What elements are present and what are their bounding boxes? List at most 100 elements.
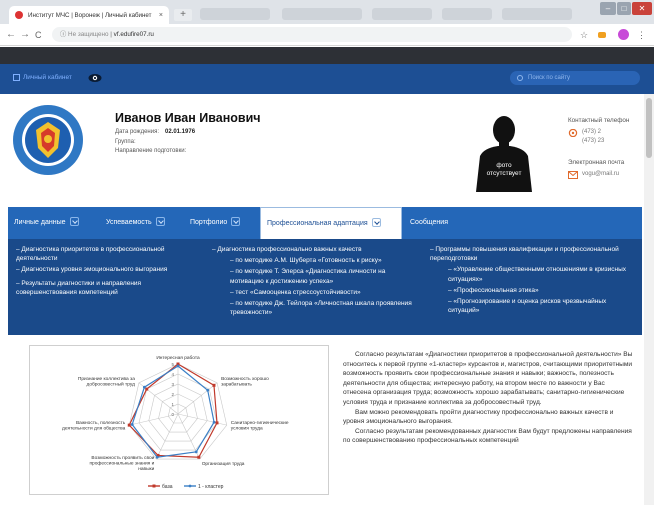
menu-square-icon [13, 74, 20, 81]
menu-item-qualities[interactable]: – Диагностика профессионально важных кач… [212, 245, 417, 254]
menu-item-taylor[interactable]: – по методике Дж. Тейлора «Личностная шк… [212, 299, 417, 317]
page-scrollbar[interactable] [644, 94, 654, 505]
menu-item-burnout[interactable]: – Диагностика уровня эмоционального выго… [16, 265, 191, 274]
student-name: Иванов Иван Иванович [115, 111, 261, 125]
radar-tick-label: 2 [171, 392, 174, 397]
forward-arrow-icon[interactable]: → [20, 28, 30, 42]
dropdown-column-1: – Диагностика приоритетов в профессионал… [16, 245, 191, 299]
eye-icon[interactable] [88, 73, 102, 83]
menu-item-ethics[interactable]: – «Профессиональная этика» [430, 286, 635, 295]
birth-row: Дата рождения: 02.01.1976 [115, 129, 195, 135]
blurred-tab[interactable] [502, 8, 572, 20]
extension-icon[interactable] [598, 32, 606, 38]
radar-data-point [130, 423, 134, 426]
phone-value-2: (473) 23 [582, 138, 605, 144]
menu-item-results[interactable]: – Результаты диагностики и направления с… [16, 279, 191, 297]
radar-tick-label: 5 [171, 362, 174, 367]
radar-category-label: Интересная работа [156, 355, 200, 361]
direction-label: Направление подготовки: [115, 148, 187, 154]
reload-icon[interactable]: C [35, 28, 42, 42]
photo-text-1: фото [496, 162, 512, 169]
back-arrow-icon[interactable]: ← [6, 28, 16, 42]
legend-label: 1 - кластер [198, 484, 224, 490]
tab-personal-data[interactable]: Личные данные [8, 207, 94, 239]
site-top-strip [0, 47, 654, 64]
tab-messages[interactable]: Сообщения [404, 207, 484, 239]
radar-tick-label: 3 [171, 382, 174, 387]
blurred-tab[interactable] [282, 8, 362, 20]
browser-tab-bar: Институт МЧС | Воронеж | Личный кабинет … [0, 0, 654, 24]
browser-window: { "browser": { "tab_title": "Институт МЧ… [0, 0, 654, 505]
blurred-tab[interactable] [442, 8, 492, 20]
menu-kebab-icon[interactable]: ⋮ [637, 28, 646, 42]
maximize-button[interactable]: □ [617, 2, 631, 15]
dropdown-column-2: – Диагностика профессионально важных кач… [212, 245, 417, 319]
tab-label: Успеваемость [106, 219, 152, 226]
search-icon [517, 75, 523, 81]
radar-data-point [127, 423, 131, 427]
recommendation-text: Согласно результатам «Диагностики приори… [343, 350, 633, 446]
tab-label: Профессиональная адаптация [267, 220, 368, 227]
photo-text-2: отсутствует [486, 170, 522, 177]
url-field[interactable]: ⓘ Не защищено | vf.edufire07.ru [52, 27, 572, 42]
menu-item-priorities[interactable]: – Диагностика приоритетов в профессионал… [16, 245, 191, 263]
close-tab-icon[interactable]: × [159, 12, 163, 19]
radar-category-label: Важность, полезность деятельности для общ… [62, 420, 126, 432]
menu-item-public-relations[interactable]: – «Управление общественными отношениями … [430, 265, 635, 283]
phone-icon [568, 129, 578, 137]
radar-tick-label: 4 [171, 372, 174, 377]
radar-tick-label: 0 [171, 412, 174, 417]
address-bar-row: ← → C ⓘ Не защищено | vf.edufire07.ru ☆ … [0, 24, 654, 46]
bookmark-star-icon[interactable]: ☆ [580, 28, 588, 42]
radar-data-point [145, 387, 149, 391]
phone-label: Контактный телефон [568, 117, 630, 124]
cabinet-link[interactable]: Личный кабинет [13, 74, 72, 81]
radar-data-point [194, 450, 198, 454]
radar-data-point [212, 383, 216, 387]
tab-professional-adaptation[interactable]: Профессиональная адаптация [260, 207, 402, 239]
menu-item-shubert[interactable]: – по методике А.М. Шуберта «Готовность к… [212, 256, 417, 265]
profile-avatar-icon[interactable] [618, 29, 629, 40]
site-search-input[interactable]: Поиск по сайту [510, 71, 640, 85]
radar-data-point [197, 455, 201, 459]
paragraph-3: Согласно результатам рекомендованных диа… [343, 427, 632, 445]
photo-placeholder-icon [476, 116, 532, 192]
menu-item-programs[interactable]: – Программы повышения квалификации и про… [430, 245, 635, 263]
email-label: Электронная почта [568, 159, 625, 166]
info-icon: ⓘ [60, 31, 69, 38]
scrollbar-thumb[interactable] [646, 98, 652, 158]
chevron-down-icon [231, 216, 241, 226]
menu-item-elers[interactable]: – по методике Т. Элерса «Диагностика лич… [212, 267, 417, 285]
birth-value: 02.01.1976 [165, 129, 196, 135]
radar-data-point [176, 364, 180, 368]
chevron-down-icon [155, 216, 165, 226]
minimize-button[interactable]: – [600, 2, 616, 15]
tab-grades[interactable]: Успеваемость [100, 207, 180, 239]
menu-item-stress-test[interactable]: – тест «Самооценка стрессоустойчивости» [212, 288, 417, 297]
radar-data-point [206, 388, 210, 392]
chevron-down-icon [371, 217, 381, 227]
tab-portfolio[interactable]: Портфолио [184, 207, 260, 239]
paragraph-1: Согласно результатам «Диагностики приори… [343, 351, 633, 406]
search-placeholder: Поиск по сайту [528, 75, 571, 81]
paragraph-2: Вам можно рекомендовать пройти диагности… [343, 408, 614, 426]
new-tab-button[interactable]: + [174, 9, 192, 21]
radar-data-point [142, 385, 146, 389]
menu-item-risk-forecast[interactable]: – «Прогнозирование и оценка рисков чрезв… [430, 297, 635, 315]
legend-marker [152, 484, 156, 488]
blurred-tab[interactable] [372, 8, 432, 20]
tab-label: Сообщения [410, 219, 448, 226]
browser-tab[interactable]: Институт МЧС | Воронеж | Личный кабинет … [9, 6, 169, 24]
window-close-button[interactable]: ✕ [632, 2, 652, 15]
blurred-tab[interactable] [200, 8, 270, 20]
radar-category-label: Санитарно-гигиенические условия труда [231, 420, 289, 432]
radar-chart-box: 0 1 2 3 4 5 Интересная работа Возможность хорош… [29, 345, 329, 495]
mail-icon [568, 171, 578, 179]
email-value[interactable]: vogu@mail.ru [582, 171, 619, 177]
radar-category-label: Возможность хорошо зарабатывать [221, 376, 269, 388]
tab-title: Институт МЧС | Воронеж | Личный кабинет [28, 11, 152, 19]
radar-spoke [156, 413, 179, 460]
tab-label: Портфолио [190, 219, 228, 226]
site-favicon-icon [15, 11, 23, 19]
legend-label: база [162, 484, 173, 490]
